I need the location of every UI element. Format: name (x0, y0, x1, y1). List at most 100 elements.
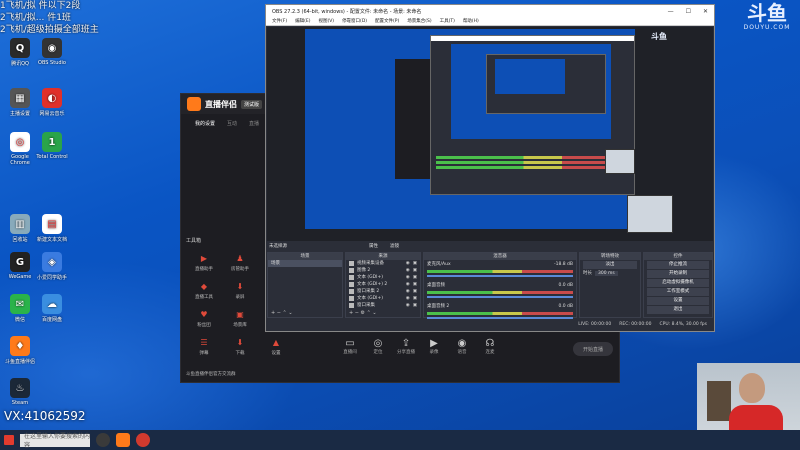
source-item[interactable]: 图像 2 ◉ ▣ (346, 267, 420, 274)
desktop-icon[interactable]: ◈ 小爱同学助手 (34, 252, 70, 281)
app-icon: G (10, 252, 30, 272)
source-item[interactable]: 文本 (GDI+) ◉ ▣ (346, 295, 420, 302)
tool-item[interactable]: ⬇ 录屏 (222, 280, 258, 301)
tool-item[interactable]: ◆ 直播工具 (186, 280, 222, 301)
obs-preview[interactable]: 斗鱼 (267, 27, 713, 241)
close-icon[interactable]: ✕ (703, 8, 708, 15)
maximize-icon[interactable]: ☐ (686, 8, 691, 15)
obs-control-button[interactable]: 停止推流 (647, 261, 709, 269)
duration-input[interactable]: 300 ms (595, 270, 618, 276)
desktop-icon[interactable]: 1 Total Control (34, 132, 70, 160)
source-toggles: ◉ ▣ (406, 295, 420, 302)
desktop-icon-label: 主播设置 (9, 111, 30, 117)
tool-item[interactable]: ♟ 房管助手 (222, 252, 258, 273)
obs-taskbar-icon[interactable] (96, 433, 110, 447)
volume-slider[interactable] (427, 275, 573, 277)
scenes-panel: 场景 场景 + − ⌃ ⌄ (267, 252, 343, 318)
visibility-icon[interactable]: ◉ (406, 295, 410, 302)
source-item[interactable]: 文本 (GDI+) ◉ ▣ (346, 274, 420, 281)
companion-tab[interactable]: 直播 (249, 120, 259, 127)
obs-control-button[interactable]: 退出 (647, 306, 709, 314)
obs-menu-item[interactable]: 编辑(E) (295, 18, 310, 24)
nested-capture (305, 29, 635, 229)
filters-button[interactable]: 滤镜 (390, 243, 399, 249)
desktop-icon[interactable]: ◎ Google Chrome (2, 132, 38, 166)
lock-icon[interactable]: ▣ (413, 302, 417, 309)
tool-item[interactable]: ♥ 粉丝团 (186, 308, 222, 329)
lock-icon[interactable]: ▣ (413, 260, 417, 267)
bottom-tool[interactable]: ⇪ 分享直播 (396, 338, 416, 355)
scene-item[interactable]: 场景 (268, 260, 342, 267)
obs-menu-item[interactable]: 配置文件(P) (375, 18, 399, 24)
obs-menu-item[interactable]: 视图(V) (318, 18, 334, 24)
companion-taskbar-icon[interactable] (116, 433, 130, 447)
taskbar-search[interactable]: 在这里输入你要搜索的内容 (20, 433, 90, 449)
scene-name: 场景 (271, 261, 280, 266)
source-item[interactable]: 窗口采集 ◉ ▣ (346, 302, 420, 309)
desktop-icon[interactable]: ☁ 百度网盘 (34, 294, 70, 323)
desktop-icon[interactable]: ♨ Steam (2, 378, 38, 406)
visibility-icon[interactable]: ◉ (406, 267, 410, 274)
bottom-tool[interactable]: ☊ 连麦 (480, 338, 500, 355)
desktop-icon-label: Google Chrome (10, 154, 30, 166)
lock-icon[interactable]: ▣ (413, 295, 417, 302)
tool-icon: ▣ (236, 309, 244, 319)
companion-tab[interactable]: 互动 (227, 120, 237, 127)
bottom-tool[interactable]: ▭ 直播间 (340, 338, 360, 355)
source-item[interactable]: 窗口采集 2 ◉ ▣ (346, 288, 420, 295)
lock-icon[interactable]: ▣ (413, 274, 417, 281)
transition-type[interactable]: 淡出 (583, 261, 637, 269)
nested-obs-2 (486, 54, 606, 114)
lock-icon[interactable]: ▣ (413, 267, 417, 274)
desktop-icon[interactable]: ◐ 网易云音乐 (34, 88, 70, 117)
desktop-icon[interactable]: ▥ 回收站 (2, 214, 38, 243)
obs-menu-item[interactable]: 停靠窗口(D) (342, 18, 367, 24)
obs-menu-item[interactable]: 帮助(H) (463, 18, 479, 24)
visibility-icon[interactable]: ◉ (406, 260, 410, 267)
tool-item[interactable]: ▲ 设置 (258, 336, 294, 357)
obs-menu-item[interactable]: 场景集合(S) (407, 18, 431, 24)
source-controls[interactable]: + − ⚙ ⌃ ⌄ (349, 310, 377, 316)
tool-item[interactable]: ▣ 场景库 (222, 308, 258, 329)
bottom-tool[interactable]: ◉ 语音 (452, 338, 472, 355)
visibility-icon[interactable]: ◉ (406, 281, 410, 288)
companion-tab[interactable]: 我的设置 (195, 120, 215, 127)
scene-controls[interactable]: + − ⌃ ⌄ (271, 310, 293, 316)
transitions-panel: 转场特效 淡出 时长 300 ms (579, 252, 641, 318)
obs-control-button[interactable]: 工作室模式 (647, 288, 709, 296)
desktop-icon[interactable]: ♦ 斗鱼直播伴侣 (2, 336, 38, 365)
source-item[interactable]: 视频采集设备 ◉ ▣ (346, 260, 420, 267)
visibility-icon[interactable]: ◉ (406, 302, 410, 309)
bottom-tool[interactable]: ◎ 定位 (368, 338, 388, 355)
lock-icon[interactable]: ▣ (413, 281, 417, 288)
source-toggles: ◉ ▣ (406, 302, 420, 309)
desktop-icon[interactable]: ✉ 微信 (2, 294, 38, 323)
volume-slider[interactable] (427, 296, 573, 298)
properties-button[interactable]: 属性 (369, 243, 378, 249)
obs-control-button[interactable]: 开始录制 (647, 270, 709, 278)
desktop-icon[interactable]: G WeGame (2, 252, 38, 280)
desktop-icon[interactable]: Q 腾讯QQ (2, 38, 38, 67)
netease-taskbar-icon[interactable] (136, 433, 150, 447)
tool-item[interactable]: ▶ 直播助手 (186, 252, 222, 273)
windows-start-icon[interactable] (4, 435, 14, 445)
start-live-button[interactable]: 开始直播 (573, 342, 613, 356)
desktop-icon[interactable]: ▤ 新建文本文档 (34, 214, 70, 243)
source-item[interactable]: 文本 (GDI+) 2 ◉ ▣ (346, 281, 420, 288)
desktop-icon[interactable]: ◉ OBS Studio (34, 38, 70, 66)
desktop-icon[interactable]: ▦ 主播设置 (2, 88, 38, 117)
visibility-icon[interactable]: ◉ (406, 288, 410, 295)
obs-control-button[interactable]: 设置 (647, 297, 709, 305)
lock-icon[interactable]: ▣ (413, 288, 417, 295)
bottom-tool-icon: ⇪ (401, 338, 411, 349)
tool-item[interactable]: ⬇ 下载 (222, 336, 258, 357)
bottom-tool[interactable]: ▶ 录像 (424, 338, 444, 355)
tool-header: 工具箱 (186, 238, 202, 244)
tool-item[interactable]: ☰ 弹幕 (186, 336, 222, 357)
bottom-tool-icon: ◎ (373, 338, 383, 349)
visibility-icon[interactable]: ◉ (406, 274, 410, 281)
obs-menu-item[interactable]: 文件(F) (272, 18, 287, 24)
obs-control-button[interactable]: 启动虚拟摄像机 (647, 279, 709, 287)
obs-menu-item[interactable]: 工具(T) (440, 18, 455, 24)
minimize-icon[interactable]: — (668, 8, 674, 15)
